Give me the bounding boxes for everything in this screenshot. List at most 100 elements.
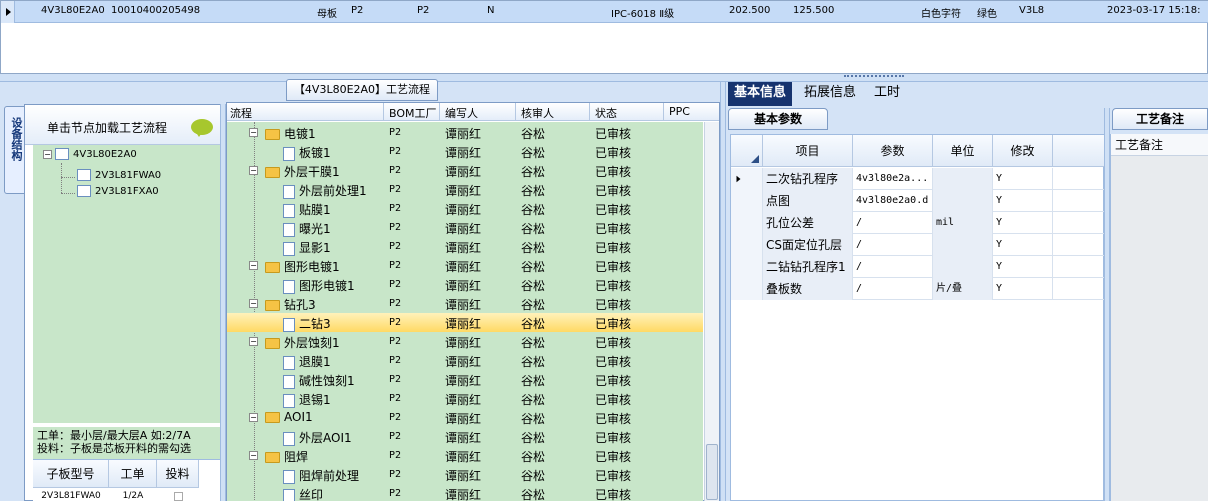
collapse-icon[interactable]: −	[249, 261, 258, 270]
flow-row-selected[interactable]: 二钻3 P2 谭丽红 谷松 已审核	[227, 313, 703, 332]
param-unit[interactable]: 片/叠	[933, 278, 993, 300]
param-edit[interactable]: Y	[993, 168, 1053, 190]
collapse-icon[interactable]: −	[249, 166, 258, 175]
collapse-icon[interactable]: −	[249, 337, 258, 346]
col-header-model[interactable]: 子板型号	[33, 460, 109, 488]
flow-body: − 电镀1 P2 谭丽红 谷松 已审核 板镀1 P2 谭丽红 谷松 已审核 − 外层干膜1 P2 谭丽红 谷松…	[227, 122, 703, 501]
flow-reviewer: 谷松	[521, 393, 546, 407]
horizontal-splitter[interactable]	[0, 74, 1208, 82]
param-row[interactable]: 叠板数 / 片/叠 Y	[731, 278, 1105, 300]
param-edit[interactable]: Y	[993, 278, 1053, 300]
col-header-ppc[interactable]: PPC	[669, 105, 690, 118]
col-header-writer[interactable]: 编写人	[445, 105, 478, 121]
param-value[interactable]: /	[853, 278, 933, 300]
param-unit[interactable]	[933, 234, 993, 256]
param-value[interactable]: 4v3l80e2a...	[853, 168, 933, 190]
tab-basic-params[interactable]: 基本参数	[728, 108, 828, 130]
param-unit[interactable]	[933, 168, 993, 190]
param-edit[interactable]: Y	[993, 234, 1053, 256]
tree-node-child[interactable]: 2V3L81FWA0	[77, 169, 161, 185]
tree-node-root[interactable]: − 4V3L80E2A0	[43, 148, 137, 164]
collapse-icon[interactable]: −	[249, 128, 258, 137]
flow-writer: 谭丽红	[445, 184, 482, 198]
order-type: 母板	[317, 9, 337, 20]
param-edit[interactable]: Y	[993, 190, 1053, 212]
param-row[interactable]: 孔位公差 / mil Y	[731, 212, 1105, 234]
flow-row[interactable]: − AOI1 P2 谭丽红 谷松 已审核	[227, 408, 703, 427]
flow-status: 已审核	[595, 146, 632, 160]
order-row-selected[interactable]: 4V3L80E2A0 10010400205498 母板 P2 P2 N IPC…	[1, 1, 1208, 23]
speech-bubble-icon[interactable]	[191, 119, 213, 137]
param-row[interactable]: 点图 4v3l80e2a0.d Y	[731, 190, 1105, 212]
flow-row[interactable]: 退膜1 P2 谭丽红 谷松 已审核	[227, 351, 703, 370]
flow-scrollbar[interactable]	[704, 122, 719, 501]
flow-status: 已审核	[595, 279, 632, 293]
flow-name: 贴膜1	[299, 203, 331, 217]
doc-icon	[283, 317, 295, 332]
tree-node-child[interactable]: 2V3L81FXA0	[77, 185, 159, 201]
flow-row[interactable]: − 电镀1 P2 谭丽红 谷松 已审核	[227, 123, 703, 142]
tab-basic-info[interactable]: 基本信息	[728, 82, 793, 106]
param-value[interactable]: /	[853, 256, 933, 278]
param-col-unit[interactable]: 单位	[933, 135, 993, 167]
collapse-icon[interactable]: −	[249, 299, 258, 308]
flow-row[interactable]: 外层AOI1 P2 谭丽红 谷松 已审核	[227, 427, 703, 446]
flow-row[interactable]: 贴膜1 P2 谭丽红 谷松 已审核	[227, 199, 703, 218]
grid-cell-feed-checkbox[interactable]	[157, 489, 199, 501]
flow-row[interactable]: 板镀1 P2 谭丽红 谷松 已审核	[227, 142, 703, 161]
param-col-item[interactable]: 项目	[763, 135, 853, 167]
flow-row[interactable]: − 钻孔3 P2 谭丽红 谷松 已审核	[227, 294, 703, 313]
col-header-workorder[interactable]: 工单	[109, 460, 157, 488]
flow-writer: 谭丽红	[445, 488, 482, 501]
grid-cell-workorder[interactable]: 1/2A	[109, 489, 157, 501]
flow-name: 图形电镀1	[299, 279, 355, 293]
param-edit[interactable]: Y	[993, 212, 1053, 234]
param-value[interactable]: /	[853, 234, 933, 256]
param-col-value[interactable]: 参数	[853, 135, 933, 167]
flow-row[interactable]: − 图形电镀1 P2 谭丽红 谷松 已审核	[227, 256, 703, 275]
collapse-icon[interactable]: −	[249, 413, 258, 422]
param-unit[interactable]	[933, 190, 993, 212]
param-row[interactable]: 二钻钻孔程序1/ Y	[731, 256, 1105, 278]
collapse-icon[interactable]: −	[43, 149, 52, 159]
param-value[interactable]: /	[853, 212, 933, 234]
flow-row[interactable]: 显影1 P2 谭丽红 谷松 已审核	[227, 237, 703, 256]
folder-icon	[265, 338, 280, 349]
flow-row[interactable]: 曝光1 P2 谭丽红 谷松 已审核	[227, 218, 703, 237]
tab-work-hours[interactable]: 工时	[868, 82, 906, 106]
param-row[interactable]: 二次钻孔程序 4v3l80e2a... Y	[731, 168, 1105, 190]
param-item: 点图	[763, 190, 853, 212]
col-header-bom[interactable]: BOM工厂	[389, 105, 437, 121]
col-header-reviewer[interactable]: 核审人	[521, 105, 554, 121]
grid-cell-model[interactable]: 2V3L81FWA0	[33, 489, 109, 501]
param-unit[interactable]	[933, 256, 993, 278]
flow-row[interactable]: 图形电镀1 P2 谭丽红 谷松 已审核	[227, 275, 703, 294]
flow-row[interactable]: − 阻焊 P2 谭丽红 谷松 已审核	[227, 446, 703, 465]
remark-tab[interactable]: 工艺备注	[1112, 108, 1208, 130]
param-row[interactable]: CS面定位孔层 / Y	[731, 234, 1105, 256]
note-line-1: 工单：最小层/最大层A 如:2/7A	[37, 429, 191, 442]
flow-row[interactable]: 退锡1 P2 谭丽红 谷松 已审核	[227, 389, 703, 408]
param-unit[interactable]: mil	[933, 212, 993, 234]
flow-row[interactable]: 阻焊前处理 P2 谭丽红 谷松 已审核	[227, 465, 703, 484]
order-grid: 4V3L80E2A0 10010400205498 母板 P2 P2 N IPC…	[0, 0, 1208, 74]
col-header-feed[interactable]: 投料	[157, 460, 199, 488]
flow-writer: 谭丽红	[445, 260, 482, 274]
param-edit[interactable]: Y	[993, 256, 1053, 278]
vertical-tab-device-structure[interactable]: 设备结构	[4, 106, 26, 194]
col-header-status[interactable]: 状态	[595, 105, 617, 121]
flow-row[interactable]: − 外层干膜1 P2 谭丽红 谷松 已审核	[227, 161, 703, 180]
param-value[interactable]: 4v3l80e2a0.d	[853, 190, 933, 212]
col-header-process[interactable]: 流程	[230, 105, 252, 121]
flow-name: 电镀1	[284, 127, 316, 141]
middle-splitter[interactable]	[720, 82, 726, 501]
flow-row[interactable]: 碱性蚀刻1 P2 谭丽红 谷松 已审核	[227, 370, 703, 389]
node-doc-icon	[77, 185, 91, 197]
flow-row[interactable]: − 外层蚀刻1 P2 谭丽红 谷松 已审核	[227, 332, 703, 351]
flow-row[interactable]: 外层前处理1 P2 谭丽红 谷松 已审核	[227, 180, 703, 199]
flow-scroll-thumb[interactable]	[706, 444, 718, 500]
flow-row[interactable]: 丝印 P2 谭丽红 谷松 已审核	[227, 484, 703, 501]
param-col-edit[interactable]: 修改	[993, 135, 1053, 167]
collapse-icon[interactable]: −	[249, 451, 258, 460]
tab-extended-info[interactable]: 拓展信息	[798, 82, 862, 106]
